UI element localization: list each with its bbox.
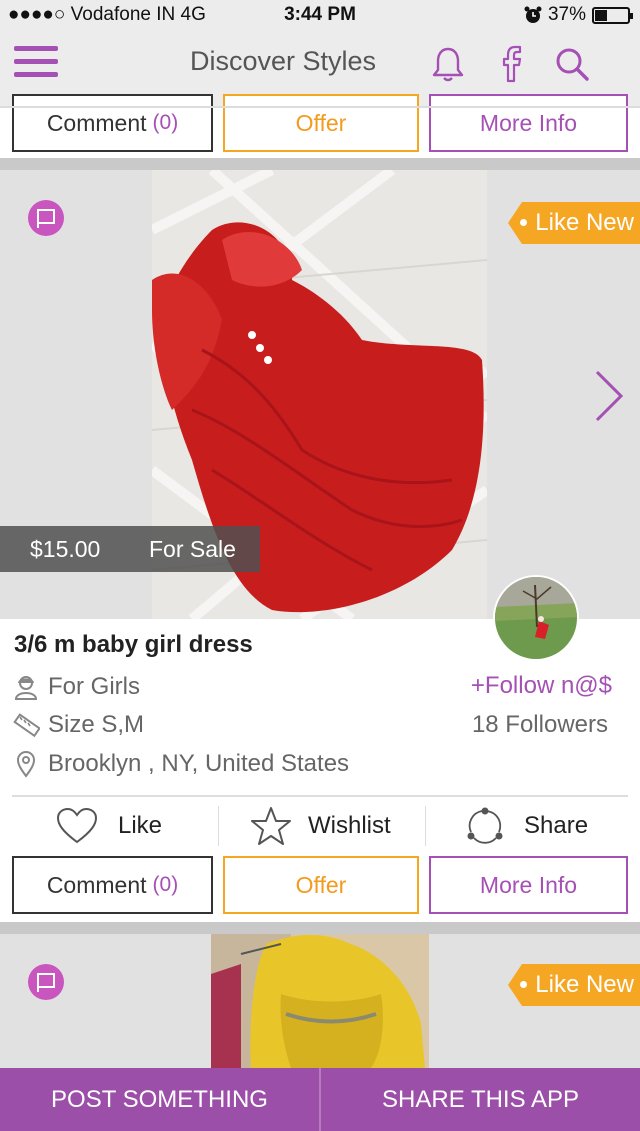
flag-icon[interactable]: [28, 964, 64, 1000]
search-icon[interactable]: [552, 44, 592, 84]
listing-separator: [0, 922, 640, 934]
comment-button[interactable]: Comment (0): [12, 856, 213, 914]
size-label: Size S,M: [48, 711, 145, 738]
star-icon: [251, 807, 291, 845]
wishlist-label: Wishlist: [308, 812, 391, 839]
flag-icon[interactable]: [28, 200, 64, 236]
listing-title[interactable]: 3/6 m baby girl dress: [14, 631, 253, 659]
condition-label: Like New: [535, 209, 634, 236]
product-photo[interactable]: [211, 934, 429, 1068]
condition-badge: Like New: [508, 964, 640, 1006]
ruler-icon: [13, 713, 40, 738]
nav-shadow: [0, 106, 640, 108]
price-tag: $15.00 For Sale: [0, 526, 260, 572]
prev-listing-buttons: Comment (0) Offer More Info: [12, 94, 628, 152]
listing-buttons: Comment (0) Offer More Info: [12, 856, 628, 914]
share-button[interactable]: Share: [466, 804, 588, 848]
comment-button[interactable]: Comment (0): [12, 94, 213, 152]
action-divider: [425, 806, 426, 846]
price: $15.00: [30, 536, 101, 562]
chevron-right-icon[interactable]: [593, 370, 625, 422]
follow-button[interactable]: +Follow n@$: [471, 672, 612, 700]
condition-label: Like New: [535, 971, 634, 998]
more-info-button[interactable]: More Info: [429, 856, 628, 914]
comment-label: Comment: [46, 109, 147, 136]
category-label: For Girls: [48, 673, 140, 700]
share-label: Share: [524, 812, 589, 839]
location-row: Brooklyn , NY, United States: [12, 749, 349, 779]
battery-icon: [592, 6, 633, 24]
post-something-button[interactable]: POST SOMETHING: [0, 1068, 319, 1131]
sale-status: For Sale: [149, 536, 236, 562]
bell-icon[interactable]: [428, 44, 468, 84]
divider: [12, 795, 628, 797]
alarm-icon: [524, 6, 542, 23]
location-pin-icon: [16, 751, 36, 778]
condition-badge: Like New: [508, 202, 640, 244]
more-info-button[interactable]: More Info: [429, 94, 628, 152]
size-row: Size S,M: [12, 710, 144, 740]
like-button[interactable]: Like: [56, 804, 162, 848]
status-bar: ●●●●○ Vodafone IN 4G 3:44 PM 37%: [0, 0, 640, 30]
comment-count: (0): [152, 111, 179, 134]
category-row: For Girls: [12, 672, 140, 702]
bottom-bar: POST SOMETHING SHARE THIS APP: [0, 1068, 640, 1131]
battery-percent: 37%: [547, 4, 586, 25]
next-listing-image-area[interactable]: Like New: [0, 934, 640, 1068]
comment-count: (0): [152, 873, 179, 896]
offer-button[interactable]: Offer: [223, 856, 419, 914]
followers-count: 18 Followers: [471, 711, 608, 738]
like-label: Like: [118, 812, 163, 839]
heart-icon: [56, 807, 98, 844]
share-icon: [467, 807, 503, 844]
location-label: Brooklyn , NY, United States: [48, 750, 350, 777]
wishlist-button[interactable]: Wishlist: [250, 804, 391, 848]
listing-image-area[interactable]: Like New $15.00 For Sale: [0, 170, 640, 619]
action-divider: [218, 806, 219, 846]
listing-separator: [0, 158, 640, 170]
girl-icon: [14, 676, 38, 700]
page-title: Discover Styles: [189, 46, 377, 76]
status-right: 37%: [524, 4, 633, 26]
offer-button[interactable]: Offer: [223, 94, 419, 152]
share-app-button[interactable]: SHARE THIS APP: [321, 1068, 640, 1131]
comment-label: Comment: [46, 871, 147, 898]
seller-avatar[interactable]: [493, 575, 579, 661]
facebook-icon[interactable]: [492, 44, 532, 84]
